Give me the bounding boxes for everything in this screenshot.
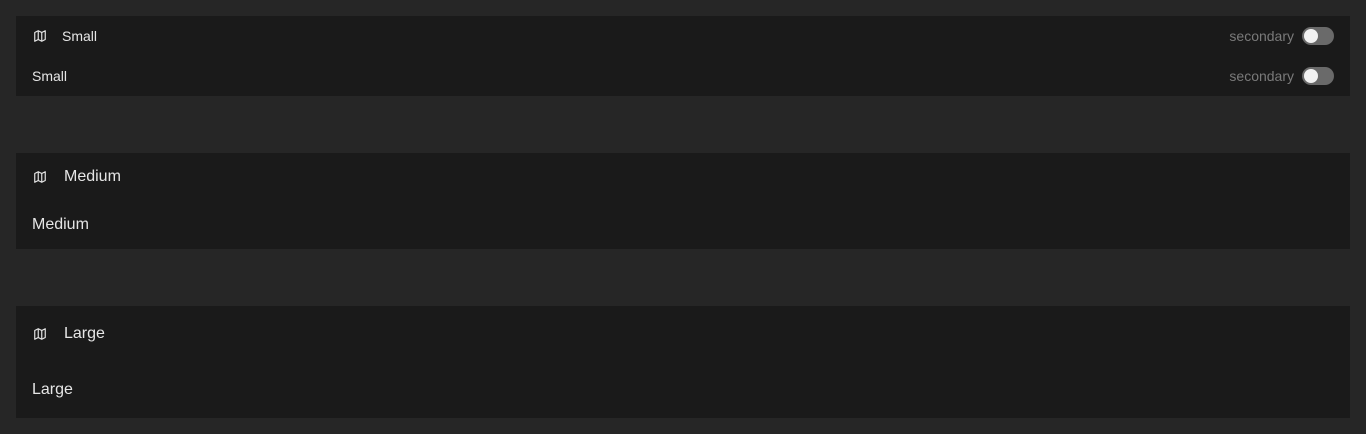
list-item-small[interactable]: Small secondary (16, 56, 1350, 96)
list-item-label: Large (64, 325, 105, 342)
list-item-small-with-icon[interactable]: Small secondary (16, 16, 1350, 56)
panel-small: Small secondary Small secondary (16, 16, 1350, 96)
toggle-switch[interactable] (1302, 27, 1334, 45)
list-item-large-with-icon[interactable]: Large (16, 306, 1350, 362)
toggle-knob (1304, 29, 1318, 43)
toggle-switch[interactable] (1302, 67, 1334, 85)
panel-medium: Medium Medium (16, 153, 1350, 249)
list-item-label: Small (62, 28, 98, 44)
secondary-text: secondary (1229, 68, 1294, 84)
list-item-label: Medium (32, 216, 89, 233)
list-item-medium[interactable]: Medium (16, 201, 1350, 249)
list-item-large[interactable]: Large (16, 362, 1350, 418)
list-item-medium-with-icon[interactable]: Medium (16, 153, 1350, 201)
toggle-knob (1304, 69, 1318, 83)
map-icon (32, 28, 48, 44)
panel-large: Large Large (16, 306, 1350, 418)
list-item-label: Medium (64, 168, 121, 185)
map-icon (32, 169, 48, 185)
list-item-label: Small (32, 68, 68, 84)
secondary-text: secondary (1229, 28, 1294, 44)
list-item-label: Large (32, 381, 73, 398)
map-icon (32, 326, 48, 342)
